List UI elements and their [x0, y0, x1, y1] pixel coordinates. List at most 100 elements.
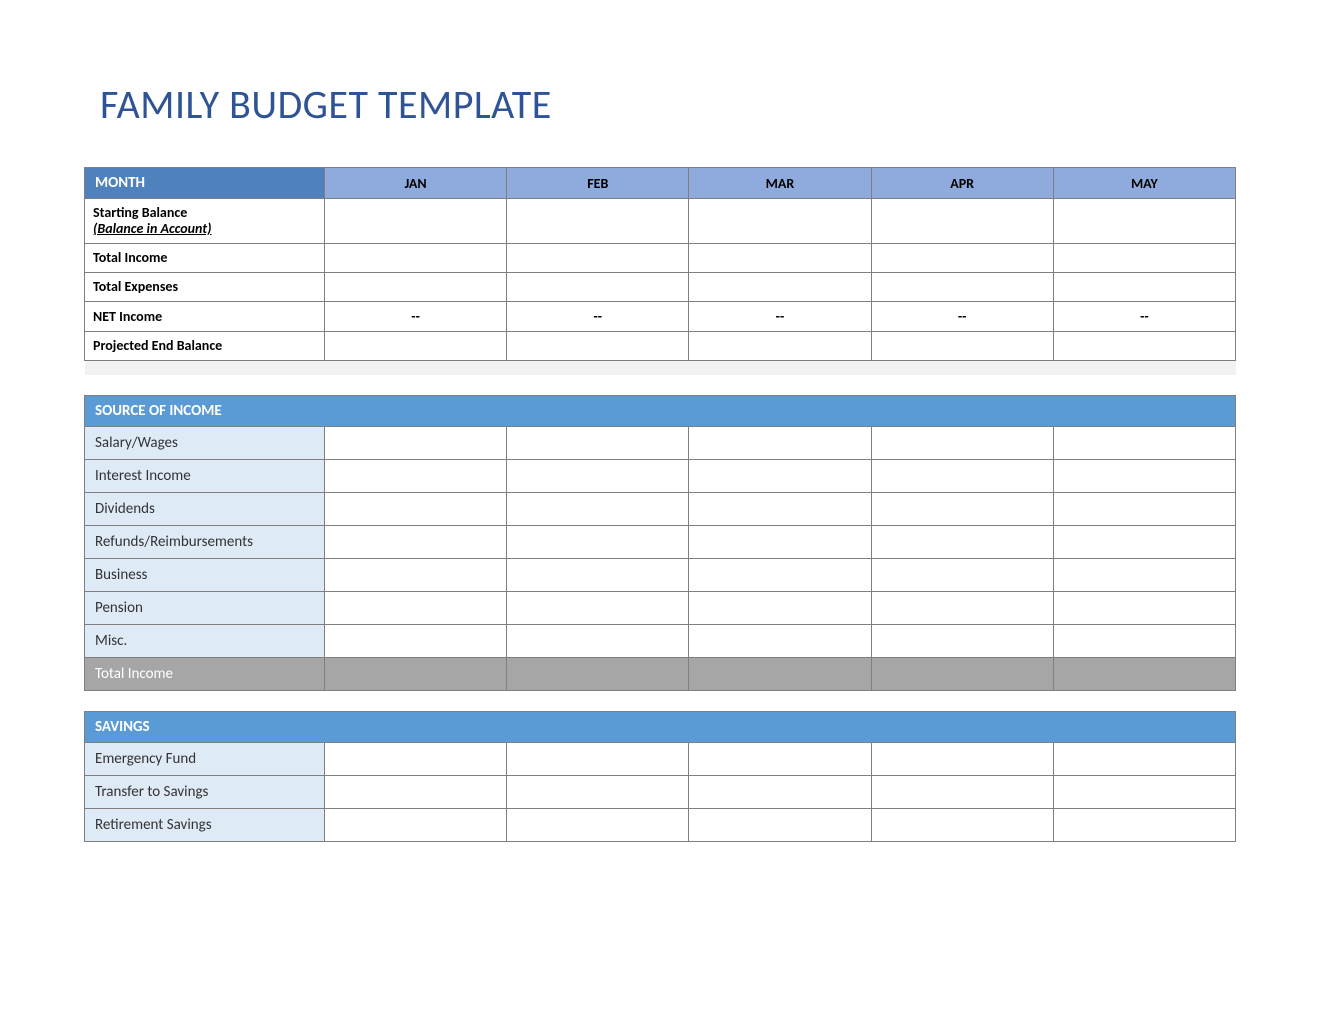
cell[interactable]: [689, 492, 871, 525]
cell[interactable]: [871, 492, 1053, 525]
cell[interactable]: [507, 459, 689, 492]
income-row: Dividends: [85, 492, 1236, 525]
cell[interactable]: --: [689, 302, 871, 332]
cell[interactable]: [507, 244, 689, 273]
income-header: SOURCE OF INCOME: [85, 395, 1236, 426]
cell[interactable]: [325, 332, 507, 361]
cell[interactable]: [1053, 492, 1235, 525]
cell[interactable]: --: [325, 302, 507, 332]
cell[interactable]: [689, 199, 871, 244]
cell[interactable]: [1053, 244, 1235, 273]
income-label: Refunds/Reimbursements: [85, 525, 325, 558]
cell[interactable]: [507, 273, 689, 302]
cell[interactable]: [689, 525, 871, 558]
cell[interactable]: [325, 558, 507, 591]
cell[interactable]: [325, 742, 507, 775]
cell[interactable]: [325, 244, 507, 273]
cell[interactable]: [689, 244, 871, 273]
page-title: FAMILY BUDGET TEMPLATE: [100, 80, 1236, 129]
cell[interactable]: [689, 624, 871, 657]
income-label: Interest Income: [85, 459, 325, 492]
cell: [1053, 657, 1235, 690]
cell[interactable]: [871, 332, 1053, 361]
cell[interactable]: [325, 591, 507, 624]
cell[interactable]: [507, 742, 689, 775]
cell[interactable]: [689, 808, 871, 841]
cell: [325, 657, 507, 690]
cell[interactable]: [507, 808, 689, 841]
cell[interactable]: [507, 525, 689, 558]
cell[interactable]: [507, 624, 689, 657]
cell[interactable]: [325, 525, 507, 558]
cell[interactable]: [325, 459, 507, 492]
cell[interactable]: [689, 426, 871, 459]
cell[interactable]: [871, 624, 1053, 657]
cell[interactable]: [325, 808, 507, 841]
cell[interactable]: [1053, 525, 1235, 558]
cell[interactable]: [871, 591, 1053, 624]
savings-row: Emergency Fund: [85, 742, 1236, 775]
cell[interactable]: [507, 492, 689, 525]
cell[interactable]: [1053, 426, 1235, 459]
spacer-row: [85, 361, 1236, 375]
month-col-may: MAY: [1053, 168, 1235, 199]
cell[interactable]: [871, 775, 1053, 808]
cell[interactable]: [325, 199, 507, 244]
cell[interactable]: [325, 492, 507, 525]
cell[interactable]: [689, 591, 871, 624]
income-label: Salary/Wages: [85, 426, 325, 459]
month-col-feb: FEB: [507, 168, 689, 199]
income-label: Business: [85, 558, 325, 591]
cell[interactable]: [871, 273, 1053, 302]
summary-row-projected-end: Projected End Balance: [85, 332, 1236, 361]
cell[interactable]: [871, 525, 1053, 558]
cell[interactable]: [689, 775, 871, 808]
cell[interactable]: [507, 591, 689, 624]
cell[interactable]: [1053, 199, 1235, 244]
month-col-apr: APR: [871, 168, 1053, 199]
summary-row-net-income: NET Income -- -- -- -- --: [85, 302, 1236, 332]
cell[interactable]: [1053, 624, 1235, 657]
cell[interactable]: [689, 742, 871, 775]
cell[interactable]: [871, 199, 1053, 244]
cell[interactable]: [871, 244, 1053, 273]
cell[interactable]: [1053, 273, 1235, 302]
cell[interactable]: [507, 332, 689, 361]
cell[interactable]: [507, 775, 689, 808]
row-sublabel-text: (Balance in Account): [93, 221, 316, 237]
cell: [871, 657, 1053, 690]
cell[interactable]: [689, 558, 871, 591]
cell[interactable]: [871, 558, 1053, 591]
cell[interactable]: [325, 273, 507, 302]
cell[interactable]: [507, 426, 689, 459]
cell[interactable]: [689, 273, 871, 302]
cell[interactable]: [325, 775, 507, 808]
cell[interactable]: [871, 742, 1053, 775]
cell[interactable]: [507, 199, 689, 244]
savings-table: SAVINGS Emergency Fund Transfer to Savin…: [84, 711, 1236, 842]
cell[interactable]: --: [871, 302, 1053, 332]
cell[interactable]: [325, 624, 507, 657]
cell[interactable]: [1053, 459, 1235, 492]
cell[interactable]: [689, 332, 871, 361]
cell[interactable]: [1053, 742, 1235, 775]
cell[interactable]: [689, 459, 871, 492]
savings-label: Retirement Savings: [85, 808, 325, 841]
cell[interactable]: --: [1053, 302, 1235, 332]
cell[interactable]: [1053, 591, 1235, 624]
income-row: Refunds/Reimbursements: [85, 525, 1236, 558]
cell[interactable]: [871, 426, 1053, 459]
cell[interactable]: [1053, 808, 1235, 841]
income-label: Pension: [85, 591, 325, 624]
cell[interactable]: [871, 459, 1053, 492]
cell[interactable]: --: [507, 302, 689, 332]
cell[interactable]: [1053, 775, 1235, 808]
savings-row: Retirement Savings: [85, 808, 1236, 841]
cell[interactable]: [325, 426, 507, 459]
income-total-label: Total Income: [85, 657, 325, 690]
cell[interactable]: [1053, 558, 1235, 591]
month-header-label: MONTH: [85, 168, 325, 199]
cell[interactable]: [507, 558, 689, 591]
cell[interactable]: [1053, 332, 1235, 361]
cell[interactable]: [871, 808, 1053, 841]
